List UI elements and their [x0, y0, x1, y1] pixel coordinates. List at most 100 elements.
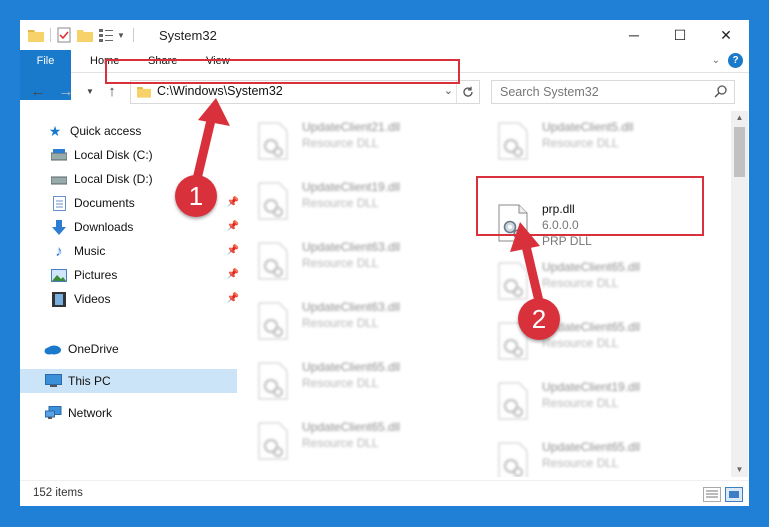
sidebar-item-label: Pictures: [74, 268, 118, 282]
sidebar-item-label: Local Disk (C:): [74, 148, 153, 162]
minimize-button[interactable]: ─: [611, 20, 657, 50]
new-folder-icon[interactable]: [77, 28, 93, 42]
refresh-icon: [463, 86, 473, 97]
list-item[interactable]: UpdateClient63.dll Resource DLL: [250, 236, 480, 286]
search-box[interactable]: Search System32: [491, 80, 735, 104]
file-name: UpdateClient65.dll: [302, 420, 401, 434]
dll-file-icon: [258, 122, 288, 160]
videos-icon: [50, 291, 68, 307]
sidebar-item-videos[interactable]: Videos 📌: [20, 287, 243, 311]
sidebar-item-label: Videos: [74, 292, 111, 306]
file-type: Resource DLL: [542, 136, 619, 150]
chevron-down-icon[interactable]: ⌄: [444, 84, 453, 97]
sidebar-item-label: Local Disk (D:): [74, 172, 153, 186]
file-name: UpdateClient19.dll: [542, 380, 641, 394]
list-item[interactable]: UpdateClient19.dll Resource DLL: [250, 176, 480, 226]
up-arrow-icon[interactable]: ↑: [104, 83, 120, 101]
file-name: UpdateClient5.dll: [542, 120, 634, 134]
file-type: Resource DLL: [542, 336, 619, 350]
list-item[interactable]: UpdateClient65.dll Resource DLL: [250, 416, 480, 466]
window-title: System32: [159, 28, 217, 43]
downloads-icon: [50, 219, 68, 235]
quick-access-toolbar: ▼: [28, 26, 134, 44]
search-input[interactable]: Search System32: [500, 85, 599, 99]
dll-file-icon: [258, 362, 288, 400]
dll-file-icon: [258, 302, 288, 340]
music-icon: ♪: [55, 242, 63, 260]
maximize-button[interactable]: ☐: [657, 20, 703, 50]
pictures-icon: [50, 267, 68, 283]
sidebar-item-network[interactable]: Network: [20, 401, 237, 425]
details-view-icon[interactable]: [703, 487, 721, 502]
dll-file-icon: [258, 422, 288, 460]
dll-file-icon: [498, 382, 528, 420]
sidebar-item-label: Documents: [74, 196, 135, 210]
status-bar: 152 items: [20, 480, 749, 506]
sidebar-item-label: OneDrive: [68, 342, 119, 356]
help-icon[interactable]: ?: [728, 53, 743, 68]
explorer-window: ▼ System32 ─ ☐ ✕ File Home Share View ⌄ …: [20, 20, 749, 506]
address-highlight-box: [105, 59, 460, 84]
sidebar-item-music[interactable]: ♪ Music 📌: [20, 239, 243, 263]
sidebar-item-label: Network: [68, 406, 113, 420]
file-type: Resource DLL: [302, 136, 379, 150]
file-type: Resource DLL: [302, 256, 379, 270]
file-name: UpdateClient21.dll: [302, 120, 401, 134]
sidebar-item-label: This PC: [68, 374, 111, 388]
sidebar-item-label: Downloads: [74, 220, 134, 234]
item-count: 152 items: [33, 487, 83, 499]
file-list: UpdateClient21.dll Resource DLL UpdateCl…: [235, 111, 732, 477]
search-icon[interactable]: [714, 84, 728, 98]
documents-icon: [50, 195, 68, 211]
file-name: UpdateClient63.dll: [302, 300, 401, 314]
drive-icon: [50, 147, 68, 163]
back-arrow-icon[interactable]: ←: [30, 83, 46, 101]
title-bar: ▼ System32 ─ ☐ ✕: [20, 20, 749, 50]
star-icon: ★: [48, 122, 62, 139]
file-type: Resource DLL: [302, 376, 379, 390]
file-type: Resource DLL: [302, 436, 379, 450]
ribbon-controls: ⌄ ?: [712, 53, 743, 68]
step-badge-2: 2: [518, 298, 560, 340]
forward-arrow-icon[interactable]: →: [58, 83, 74, 101]
recent-locations-icon[interactable]: ▼: [82, 83, 98, 101]
dll-file-icon: [498, 122, 528, 160]
file-name: UpdateClient19.dll: [302, 180, 401, 194]
list-item[interactable]: UpdateClient21.dll Resource DLL: [250, 116, 480, 166]
list-item[interactable]: UpdateClient65.dll Resource DLL: [250, 356, 480, 406]
sidebar-item-onedrive[interactable]: OneDrive: [20, 337, 237, 361]
onedrive-icon: [44, 341, 62, 357]
properties-icon[interactable]: [57, 27, 71, 43]
expand-ribbon-icon[interactable]: ⌄: [712, 55, 720, 66]
scrollbar-thumb[interactable]: [734, 127, 745, 177]
file-type: Resource DLL: [542, 396, 619, 410]
chevron-down-icon[interactable]: ▼: [117, 31, 125, 40]
refresh-button[interactable]: [456, 81, 479, 103]
file-type: Resource DLL: [542, 456, 619, 470]
list-item[interactable]: UpdateClient5.dll Resource DLL: [490, 116, 720, 166]
sidebar-item-label: Music: [74, 244, 106, 258]
close-button[interactable]: ✕: [703, 20, 749, 50]
sidebar-item-downloads[interactable]: Downloads 📌: [20, 215, 243, 239]
step-badge-1: 1: [175, 175, 217, 217]
sidebar-item-pictures[interactable]: Pictures 📌: [20, 263, 243, 287]
scroll-down-icon[interactable]: ▼: [731, 463, 748, 477]
vertical-scrollbar[interactable]: ▲ ▼: [731, 111, 748, 477]
file-type: Resource DLL: [302, 196, 379, 210]
dll-file-icon: [258, 242, 288, 280]
file-name: UpdateClient65.dll: [302, 360, 401, 374]
list-item[interactable]: UpdateClient65.dll Resource DLL: [490, 436, 720, 477]
file-name: UpdateClient65.dll: [542, 440, 641, 454]
sidebar-item-this-pc[interactable]: This PC: [20, 369, 237, 393]
file-type: Resource DLL: [302, 316, 379, 330]
list-item[interactable]: UpdateClient63.dll Resource DLL: [250, 296, 480, 346]
folder-icon[interactable]: [28, 28, 44, 42]
scroll-up-icon[interactable]: ▲: [731, 111, 748, 125]
large-icons-view-icon[interactable]: [725, 487, 743, 502]
dll-file-icon: [498, 442, 528, 477]
list-item[interactable]: UpdateClient19.dll Resource DLL: [490, 376, 720, 426]
customize-toolbar-icon[interactable]: [99, 28, 115, 42]
network-icon: [44, 405, 62, 421]
sidebar-item-label: Quick access: [70, 124, 142, 138]
dll-file-icon: [258, 182, 288, 220]
